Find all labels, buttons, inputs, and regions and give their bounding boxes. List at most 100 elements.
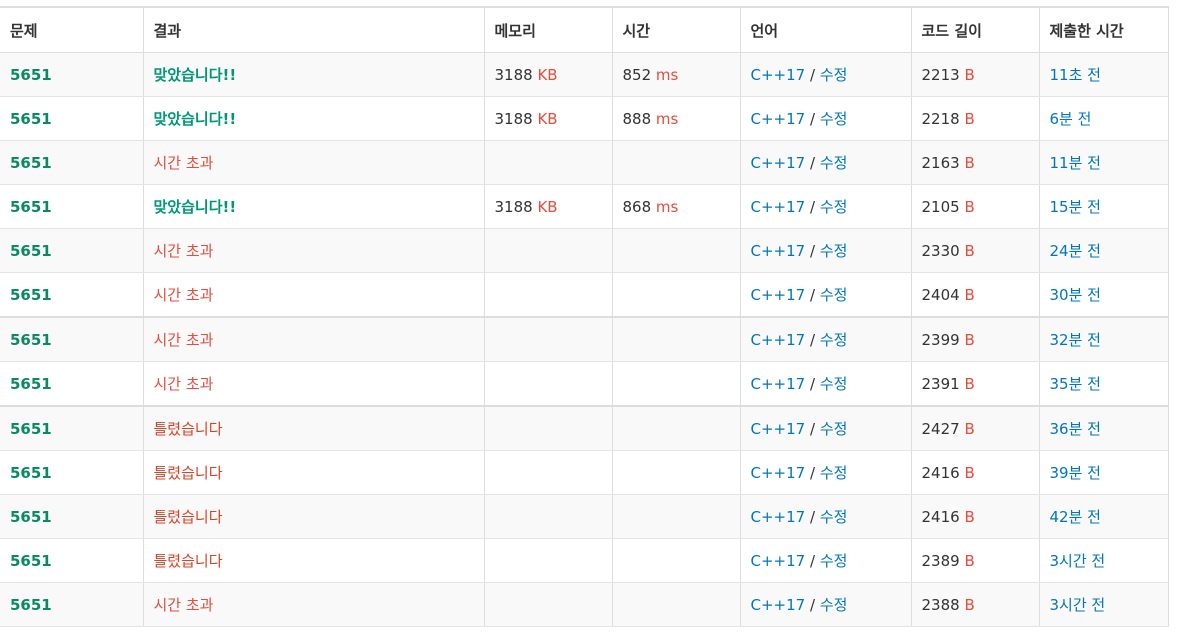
language-link[interactable]: C++17 <box>751 331 806 349</box>
cell-result: 틀렸습니다 <box>142 406 485 451</box>
edit-link[interactable]: 수정 <box>820 198 848 216</box>
code-length-unit: B <box>964 419 975 438</box>
language-link[interactable]: C++17 <box>751 286 806 304</box>
problem-link[interactable]: 5651 <box>10 242 52 260</box>
language-link[interactable]: C++17 <box>751 375 806 393</box>
cell-result: 맞았습니다!! <box>142 184 485 229</box>
problem-link[interactable]: 5651 <box>10 420 52 438</box>
problem-link[interactable]: 5651 <box>10 552 52 570</box>
submitted-time-link[interactable]: 24분 전 <box>1050 242 1101 260</box>
problem-link[interactable]: 5651 <box>10 198 52 216</box>
code-length-unit: B <box>964 65 975 84</box>
result-text: 시간 초과 <box>153 596 214 614</box>
problem-link[interactable]: 5651 <box>10 596 52 614</box>
cell-submitted-time: 39분 전 <box>1038 450 1169 495</box>
language-link[interactable]: C++17 <box>751 198 806 216</box>
submitted-time-link[interactable]: 36분 전 <box>1050 420 1101 438</box>
cell-time <box>611 582 741 627</box>
result-text: 틀렸습니다 <box>153 552 223 570</box>
table-row: 5651 맞았습니다!! 3188 KB 852 ms C++17 / 수정 2213 B… <box>0 52 1169 97</box>
submitted-time-link[interactable]: 11초 전 <box>1050 66 1101 84</box>
edit-link[interactable]: 수정 <box>820 110 848 128</box>
cell-memory: 3188 KB <box>483 52 613 97</box>
cell-submitted-time: 36분 전 <box>1038 406 1169 451</box>
edit-link[interactable]: 수정 <box>820 331 848 349</box>
problem-link[interactable]: 5651 <box>10 66 52 84</box>
cell-problem: 5651 <box>0 450 144 495</box>
submitted-time-link[interactable]: 6분 전 <box>1050 110 1092 128</box>
time-value: 852 <box>622 65 652 84</box>
submitted-time-link[interactable]: 15분 전 <box>1050 198 1101 216</box>
language-link[interactable]: C++17 <box>751 508 806 526</box>
separator-slash: / <box>809 552 816 570</box>
edit-link[interactable]: 수정 <box>820 242 848 260</box>
cell-code-length: 2388 B <box>910 582 1040 627</box>
submitted-time-link[interactable]: 39분 전 <box>1050 464 1101 482</box>
edit-link[interactable]: 수정 <box>820 154 848 172</box>
result-text: 시간 초과 <box>153 286 214 304</box>
column-header-result: 결과 <box>142 6 485 53</box>
submitted-time-link[interactable]: 35분 전 <box>1050 375 1101 393</box>
cell-result: 시간 초과 <box>142 140 485 185</box>
cell-time <box>611 450 741 495</box>
cell-problem: 5651 <box>0 538 144 583</box>
problem-link[interactable]: 5651 <box>10 110 52 128</box>
code-length-unit: B <box>964 285 975 304</box>
problem-link[interactable]: 5651 <box>10 154 52 172</box>
language-link[interactable]: C++17 <box>751 596 806 614</box>
code-length-value: 2330 <box>921 241 960 260</box>
cell-time <box>611 140 741 185</box>
problem-link[interactable]: 5651 <box>10 286 52 304</box>
submitted-time-link[interactable]: 3시간 전 <box>1050 552 1106 570</box>
edit-link[interactable]: 수정 <box>820 286 848 304</box>
cell-memory: 3188 KB <box>483 184 613 229</box>
cell-problem: 5651 <box>0 582 144 627</box>
submitted-time-link[interactable]: 32분 전 <box>1050 331 1101 349</box>
submitted-time-link[interactable]: 3시간 전 <box>1050 596 1106 614</box>
cell-problem: 5651 <box>0 272 144 318</box>
cell-memory <box>483 538 613 583</box>
submitted-time-link[interactable]: 11분 전 <box>1050 154 1101 172</box>
edit-link[interactable]: 수정 <box>820 508 848 526</box>
cell-memory <box>483 228 613 273</box>
problem-link[interactable]: 5651 <box>10 331 52 349</box>
problem-link[interactable]: 5651 <box>10 464 52 482</box>
code-length-unit: B <box>964 197 975 216</box>
cell-code-length: 2330 B <box>910 228 1040 273</box>
cell-code-length: 2416 B <box>910 450 1040 495</box>
cell-language: C++17 / 수정 <box>739 228 912 273</box>
problem-link[interactable]: 5651 <box>10 508 52 526</box>
cell-time: 888 ms <box>611 96 741 141</box>
edit-link[interactable]: 수정 <box>820 596 848 614</box>
cell-result: 맞았습니다!! <box>142 52 485 97</box>
edit-link[interactable]: 수정 <box>820 464 848 482</box>
edit-link[interactable]: 수정 <box>820 420 848 438</box>
submitted-time-link[interactable]: 42분 전 <box>1050 508 1101 526</box>
language-link[interactable]: C++17 <box>751 110 806 128</box>
time-unit: ms <box>655 65 679 84</box>
submitted-time-link[interactable]: 30분 전 <box>1050 286 1101 304</box>
cell-result: 시간 초과 <box>142 317 485 362</box>
time-value: 888 <box>622 109 652 128</box>
edit-link[interactable]: 수정 <box>820 66 848 84</box>
cell-language: C++17 / 수정 <box>739 406 912 451</box>
language-link[interactable]: C++17 <box>751 242 806 260</box>
language-link[interactable]: C++17 <box>751 464 806 482</box>
cell-language: C++17 / 수정 <box>739 317 912 362</box>
cell-code-length: 2218 B <box>910 96 1040 141</box>
language-link[interactable]: C++17 <box>751 154 806 172</box>
separator-slash: / <box>809 286 816 304</box>
table-header-row: 문제 결과 메모리 시간 언어 코드 길이 제출한 시간 <box>0 6 1169 53</box>
separator-slash: / <box>809 375 816 393</box>
table-row: 5651 틀렸습니다 C++17 / 수정 2416 B 39분 전 <box>0 450 1169 495</box>
language-link[interactable]: C++17 <box>751 552 806 570</box>
language-link[interactable]: C++17 <box>751 66 806 84</box>
edit-link[interactable]: 수정 <box>820 552 848 570</box>
cell-time: 868 ms <box>611 184 741 229</box>
language-link[interactable]: C++17 <box>751 420 806 438</box>
table-row: 5651 시간 초과 C++17 / 수정 2399 B 32분 전 <box>0 317 1169 362</box>
time-unit: ms <box>655 197 679 216</box>
problem-link[interactable]: 5651 <box>10 375 52 393</box>
cell-result: 틀렸습니다 <box>142 538 485 583</box>
edit-link[interactable]: 수정 <box>820 375 848 393</box>
